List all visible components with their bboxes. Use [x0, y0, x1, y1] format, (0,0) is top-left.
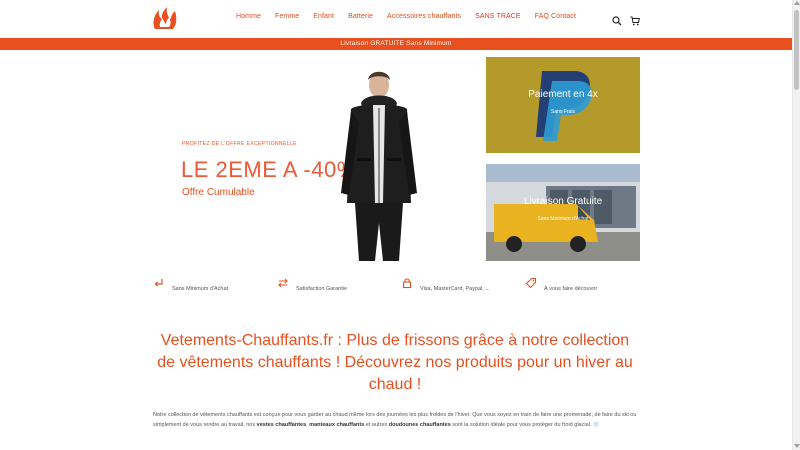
- scroll-thumb[interactable]: [794, 10, 799, 90]
- payment-card-title: Paiement en 4x: [528, 89, 598, 100]
- intro-text-4: sont la solution idéale pour vous protég…: [450, 422, 600, 428]
- intro-paragraph: Notre collection de vêtements chauffants…: [153, 410, 639, 430]
- page-scrollbar[interactable]: [792, 0, 800, 450]
- hero-banner[interactable]: Profitez de l'offre exceptionnelle LE 2E…: [153, 57, 478, 261]
- hero-kicker: Profitez de l'offre exceptionnelle: [182, 141, 297, 147]
- payment-promo-card[interactable]: Paiement en 4x Sans Frais: [486, 57, 640, 153]
- shipping-card-subtitle: Sans Minimum d'Achat: [537, 216, 589, 222]
- header-icons: [612, 13, 640, 26]
- return-arrow-icon: [153, 276, 165, 288]
- brand-logo[interactable]: [151, 5, 179, 33]
- model-in-jacket-image: [321, 63, 436, 261]
- shipping-promo-card[interactable]: Livraison Gratuite Sans Minimum d'Achat: [486, 164, 640, 261]
- scroll-down-arrow-icon[interactable]: [794, 444, 800, 448]
- main-nav: Homme Femme Enfant Batterie Accessoires …: [236, 13, 590, 20]
- nav-item-batterie[interactable]: Batterie: [348, 13, 373, 20]
- nav-item-homme[interactable]: Homme: [236, 13, 261, 20]
- cart-icon[interactable]: [630, 13, 640, 26]
- intro-link-manteaux[interactable]: manteaux chauffants: [309, 422, 364, 428]
- intro-link-vestes[interactable]: vestes chauffantes: [257, 422, 307, 428]
- nav-item-sans-trace[interactable]: SANS TRACE: [475, 13, 521, 20]
- feature-text: Satisfaction Garantie: [296, 286, 348, 292]
- intro-text-3: et autres: [364, 422, 389, 428]
- promo-bar: Livraison GRATUITE Sans Minimum: [0, 38, 792, 50]
- feature-text: Sans Minimum d'Achat: [172, 286, 229, 292]
- shipping-card-title: Livraison Gratuite: [523, 196, 603, 207]
- main-heading: Vetements-Chauffants.fr : Plus de frisso…: [157, 332, 633, 393]
- exchange-icon: [277, 276, 289, 288]
- lock-icon: [401, 276, 413, 289]
- tag-icon: [525, 276, 537, 289]
- paypal-logo-icon: [536, 71, 592, 141]
- scroll-up-arrow-icon[interactable]: [794, 1, 800, 5]
- nav-item-femme[interactable]: Femme: [275, 13, 299, 20]
- nav-item-faq-contact[interactable]: FAQ Contact: [535, 13, 576, 20]
- site-header: Homme Femme Enfant Batterie Accessoires …: [0, 0, 792, 38]
- intro-link-doudounes[interactable]: doudounes chauffantes: [389, 422, 451, 428]
- hero-subtitle: Offre Cumulable: [182, 187, 255, 198]
- nav-item-enfant[interactable]: Enfant: [313, 13, 334, 20]
- nav-item-accessoires[interactable]: Accessoires chauffants: [387, 13, 461, 20]
- delivery-van-image: [486, 164, 640, 261]
- search-icon[interactable]: [612, 13, 622, 26]
- feature-text: À vous faire découvrir: [544, 286, 598, 292]
- payment-card-subtitle: Sans Frais: [551, 109, 575, 115]
- feature-text: Visa, MasterCard, Paypal, ...: [420, 286, 490, 292]
